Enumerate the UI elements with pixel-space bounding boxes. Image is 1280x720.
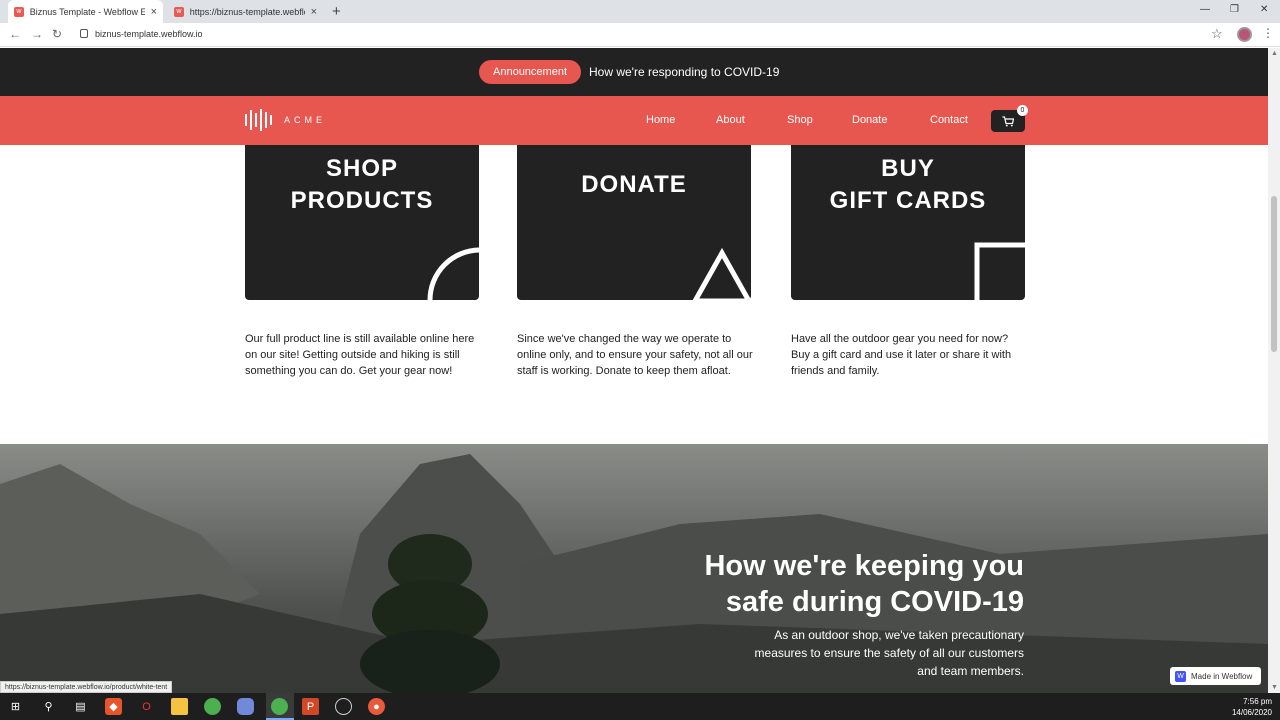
tab-label: Biznus Template - Webflow Ecom [29,6,145,17]
discord-icon[interactable] [237,698,254,715]
card-title-line: GIFT CARDS [829,187,987,214]
announcement-pill[interactable]: Announcement [479,60,581,84]
hero-title-line: How we're keeping you [704,550,1024,582]
square-decoration-icon [974,242,1025,300]
card-title-line: PRODUCTS [290,187,434,214]
webflow-favicon-icon: w [14,6,24,17]
recorder-icon[interactable]: ● [368,698,385,715]
restore-icon[interactable]: ❐ [1230,4,1239,15]
card-shop-products[interactable]: SHOP PRODUCTS [245,145,479,300]
made-in-webflow-badge[interactable]: W Made in Webflow [1170,667,1261,685]
scrollbar-thumb[interactable] [1271,196,1277,352]
acme-logo[interactable]: ACME [245,109,326,131]
address-bar: ← → ↻ biznus-template.webflow.io ☆ ⋮ [0,23,1280,47]
menu-kebab-icon[interactable]: ⋮ [1262,26,1274,40]
brave-icon[interactable]: ◆ [105,698,122,715]
mountain-landscape-image [0,454,1268,693]
new-tab-icon[interactable]: + [332,3,341,20]
scroll-down-icon[interactable]: ▼ [1271,684,1278,691]
logo-text: ACME [284,115,327,125]
forward-icon[interactable]: → [31,27,43,41]
card-title-line: DONATE [581,171,687,198]
card-description: Since we've changed the way we operate t… [517,333,753,377]
triangle-decoration-icon [692,247,751,300]
hero-title-line: safe during COVID-19 [725,586,1024,618]
clock-time: 7:56 pm [1243,697,1272,706]
reload-icon[interactable]: ↻ [52,27,62,41]
nav-link-home[interactable]: Home [646,114,675,126]
task-view-icon[interactable]: ▤ [72,698,89,715]
back-icon[interactable]: ← [9,27,21,41]
card-donate[interactable]: DONATE [517,145,751,300]
search-icon[interactable]: ⚲ [40,698,57,715]
circle-decoration-icon [427,247,479,300]
browser-tab-strip: w Biznus Template - Webflow Ecom × w htt… [0,0,1280,23]
browser-tab-active[interactable]: w Biznus Template - Webflow Ecom × [8,0,163,23]
opera-icon[interactable]: O [138,698,155,715]
nav-link-donate[interactable]: Donate [852,114,887,126]
page-viewport: Announcement How we're responding to COV… [0,48,1268,693]
tab-label: https://biznus-template.webflow.io [189,6,305,17]
card-description: Have all the outdoor gear you need for n… [791,333,1012,377]
status-bar-url: https://biznus-template.webflow.io/produ… [0,681,173,693]
tab-close-icon[interactable]: × [311,6,317,18]
powerpoint-icon[interactable]: P [302,698,319,715]
nav-link-contact[interactable]: Contact [930,114,968,126]
bookmark-star-icon[interactable]: ☆ [1211,26,1223,42]
nav-link-shop[interactable]: Shop [787,114,813,126]
cart-count-badge: 0 [1017,105,1028,116]
profile-avatar[interactable] [1237,27,1252,42]
obs-icon[interactable] [335,698,352,715]
badge-label: Made in Webflow [1191,671,1253,681]
logo-bars-icon [245,109,272,131]
taskbar-clock[interactable]: 7:56 pm 14/06/2020 [1232,696,1272,718]
chrome-active-icon[interactable] [271,698,288,715]
browser-tab[interactable]: w https://biznus-template.webflow.io × [168,0,323,23]
hero-subtitle: As an outdoor shop, we've taken precauti… [754,628,1024,678]
tab-close-icon[interactable]: × [151,6,157,18]
lock-icon [80,29,88,38]
announcement-bar: Announcement How we're responding to COV… [0,48,1268,96]
close-window-icon[interactable]: ✕ [1260,4,1268,15]
url-field[interactable]: biznus-template.webflow.io [95,29,203,39]
windows-taskbar: ⊞ ⚲ ▤ ◆ O P ● 7:56 pm 14/06/2020 [0,693,1280,720]
minimize-icon[interactable]: — [1200,4,1210,15]
webflow-logo-icon: W [1175,670,1186,682]
windows-start-icon[interactable]: ⊞ [7,698,24,715]
page-scrollbar[interactable] [1268,48,1280,693]
nav-link-about[interactable]: About [716,114,745,126]
card-gift-cards[interactable]: BUY GIFT CARDS [791,145,1025,300]
card-description: Our full product line is still available… [245,333,475,377]
site-navbar: ACME Home About Shop Donate Contact [0,96,1268,145]
chrome-icon[interactable] [204,698,221,715]
announcement-link[interactable]: How we're responding to COVID-19 [589,65,779,79]
clock-date: 14/06/2020 [1231,708,1272,717]
scroll-up-icon[interactable]: ▲ [1271,50,1278,57]
file-explorer-icon[interactable] [171,698,188,715]
card-title-line: SHOP [325,155,398,182]
covid-hero-section: How we're keeping you safe during COVID-… [0,444,1268,693]
webflow-favicon-icon: w [174,6,184,17]
hero-title: How we're keeping you safe during COVID-… [704,548,1024,620]
card-title-line: BUY [881,155,935,182]
cart-icon [1002,115,1014,126]
